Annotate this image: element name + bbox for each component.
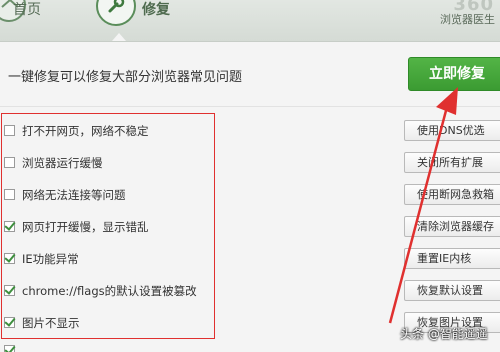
item-action-button[interactable]: 关闭所有扩展 — [404, 152, 500, 173]
list-item: 网络无法连接等问题 使用断网急救箱 — [0, 184, 500, 206]
item-checkbox[interactable] — [4, 125, 15, 136]
list-item: 打不开网页，网络不稳定 使用DNS优选 — [0, 120, 500, 142]
item-checkbox[interactable] — [4, 285, 15, 296]
item-label: 网页打开缓慢，显示错乱 — [22, 220, 149, 234]
item-label: 图片不显示 — [22, 316, 80, 330]
repair-now-button[interactable]: 立即修复 — [408, 57, 500, 91]
divider — [0, 106, 500, 107]
item-label: 打不开网页，网络不稳定 — [22, 124, 149, 138]
list-item: IE功能异常 重置IE内核 — [0, 248, 500, 270]
list-item: chrome://flags的默认设置被篡改 恢复默认设置 — [0, 280, 500, 302]
item-checkbox[interactable] — [4, 253, 15, 264]
brand-subtitle: 浏览器医生 — [440, 13, 495, 26]
list-item: 网页打开缓慢，显示错乱 清除浏览器缓存 — [0, 216, 500, 238]
item-label: 浏览器运行缓慢 — [22, 156, 103, 170]
item-checkbox[interactable] — [4, 189, 15, 200]
top-navigation-bar: 首页 修复 360 浏览器医生 — [0, 0, 500, 42]
list-item: 浏览器运行缓慢 关闭所有扩展 — [0, 152, 500, 174]
item-action-button[interactable]: 使用DNS优选 — [404, 120, 500, 141]
tab-repair[interactable]: 修复 — [142, 0, 170, 19]
item-action-button[interactable]: 恢复默认设置 — [404, 280, 500, 301]
watermark: 头条 @智能遥遥 — [400, 327, 488, 341]
page-headline: 一键修复可以修复大部分浏览器常见问题 — [8, 70, 243, 85]
tab-home[interactable]: 首页 — [13, 0, 41, 19]
item-label: 网络无法连接等问题 — [22, 188, 126, 202]
item-label: chrome://flags的默认设置被篡改 — [22, 284, 197, 298]
item-label: IE功能异常 — [22, 252, 79, 266]
active-tab-indicator — [112, 33, 126, 41]
item-action-button[interactable]: 重置IE内核 — [404, 248, 500, 269]
wrench-icon — [108, 0, 125, 13]
item-checkbox[interactable] — [4, 157, 15, 168]
item-checkbox[interactable] — [4, 317, 15, 328]
item-checkbox[interactable] — [4, 221, 15, 232]
item-action-button[interactable]: 清除浏览器缓存 — [404, 216, 500, 237]
item-action-button[interactable]: 使用断网急救箱 — [404, 184, 500, 205]
